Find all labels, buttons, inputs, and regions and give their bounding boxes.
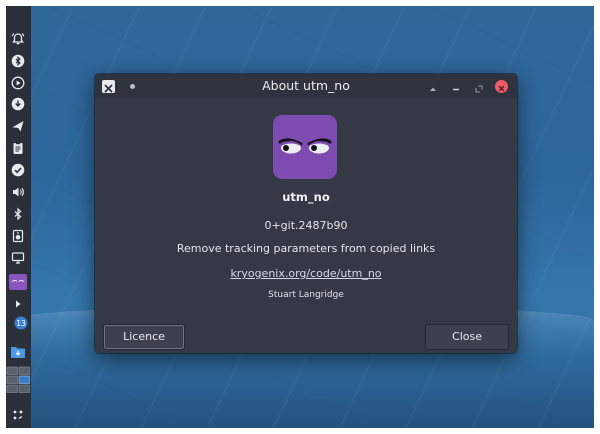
bluetooth-icon[interactable] [11, 207, 25, 221]
svg-text:13: 13 [16, 319, 26, 328]
arrow-right-icon[interactable] [11, 297, 25, 311]
close-button[interactable]: Close [425, 324, 509, 350]
desktop: 13 About utm_no utm_no 0+git.2487b90 Rem… [6, 6, 594, 428]
title-bar: About utm_no [95, 74, 517, 98]
check-circle-icon[interactable] [11, 163, 25, 177]
about-dialog: About utm_no utm_no 0+git.2487b90 Remove… [95, 74, 517, 353]
website-link[interactable]: kryogenix.org/code/utm_no [95, 267, 517, 280]
workspace-switcher-icon[interactable] [6, 366, 31, 402]
download-circle-icon[interactable] [11, 97, 25, 111]
minimize-icon[interactable] [450, 80, 462, 92]
folder-download-icon[interactable] [10, 345, 26, 359]
send-icon[interactable] [11, 119, 25, 133]
update-badge-icon[interactable]: 13 [14, 316, 28, 330]
play-circle-icon[interactable] [11, 76, 25, 90]
maximize-icon[interactable] [473, 80, 485, 93]
bell-icon[interactable] [11, 32, 25, 46]
app-description: Remove tracking parameters from copied l… [176, 242, 436, 255]
app-icon [273, 115, 337, 179]
volume-icon[interactable] [11, 185, 25, 199]
utm-no-tray-icon[interactable] [9, 274, 27, 290]
display-icon[interactable] [11, 251, 25, 265]
speaker-icon[interactable] [11, 229, 25, 243]
app-author: Stuart Langridge [268, 290, 344, 300]
bluetooth-circle-icon[interactable] [11, 54, 25, 68]
app-name: utm_no [282, 190, 330, 204]
app-launcher-icon[interactable] [11, 408, 25, 422]
licence-button[interactable]: Licence [103, 324, 185, 350]
keep-above-icon[interactable] [427, 80, 439, 92]
app-version: 0+git.2487b90 [264, 219, 348, 232]
side-panel: 13 [6, 6, 31, 428]
close-icon[interactable] [495, 80, 508, 93]
clipboard-icon[interactable] [11, 141, 25, 155]
